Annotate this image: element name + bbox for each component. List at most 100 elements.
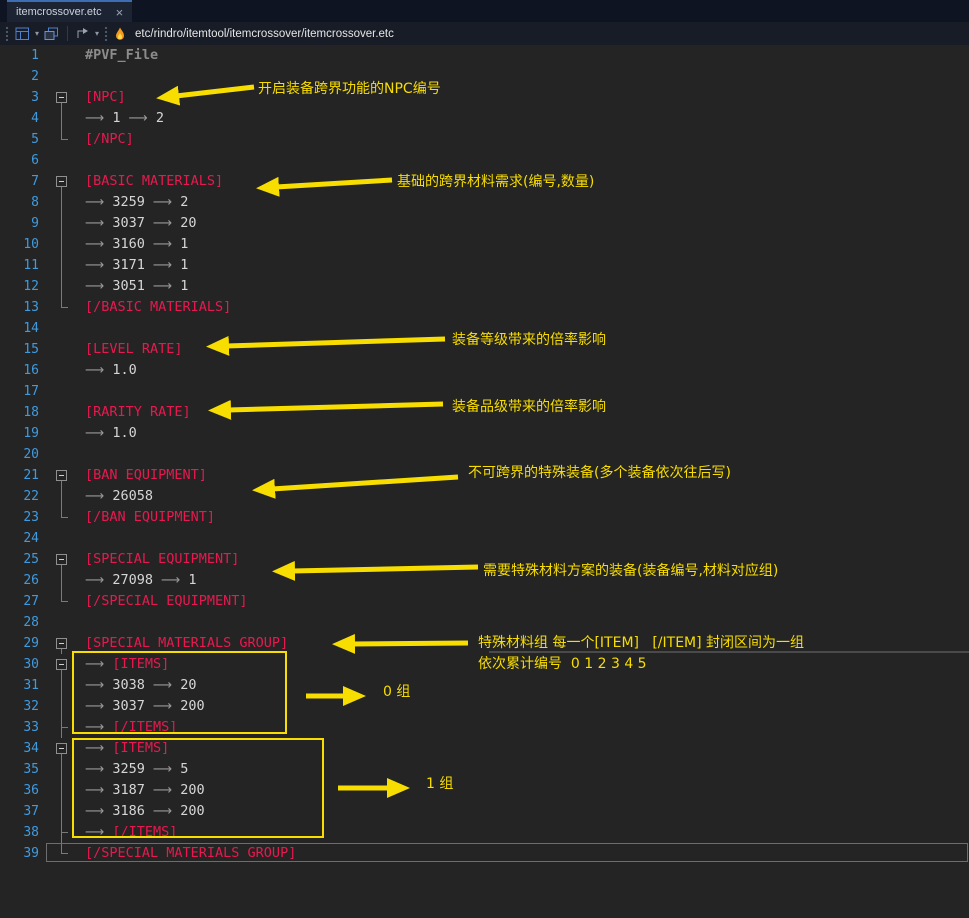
tab-itemcrossover[interactable]: itemcrossover.etc × <box>7 0 132 22</box>
code-line[interactable]: 4⟶1⟶2 <box>0 108 969 129</box>
code-line[interactable]: 11⟶3171⟶1 <box>0 255 969 276</box>
line-number[interactable]: 16 <box>0 360 48 381</box>
fold-toggle-icon[interactable] <box>48 549 78 570</box>
code-line[interactable]: 28 <box>0 612 969 633</box>
line-number[interactable]: 13 <box>0 297 48 318</box>
code-line[interactable]: 8⟶3259⟶2 <box>0 192 969 213</box>
line-number[interactable]: 8 <box>0 192 48 213</box>
code-line[interactable]: 12⟶3051⟶1 <box>0 276 969 297</box>
code-line[interactable]: 31⟶3038⟶20 <box>0 675 969 696</box>
code-line[interactable]: 2 <box>0 66 969 87</box>
code-line[interactable]: 18[RARITY RATE] <box>0 402 969 423</box>
line-number[interactable]: 15 <box>0 339 48 360</box>
line-number[interactable]: 38 <box>0 822 48 843</box>
line-number[interactable]: 12 <box>0 276 48 297</box>
line-number[interactable]: 20 <box>0 444 48 465</box>
code-line[interactable]: 25[SPECIAL EQUIPMENT] <box>0 549 969 570</box>
line-number[interactable]: 35 <box>0 759 48 780</box>
file-path[interactable]: etc/rindro/itemtool/itemcrossover/itemcr… <box>135 28 394 40</box>
code-line[interactable]: 27[/SPECIAL EQUIPMENT] <box>0 591 969 612</box>
line-number[interactable]: 4 <box>0 108 48 129</box>
fold-toggle-icon[interactable] <box>48 738 78 759</box>
line-number[interactable]: 30 <box>0 654 48 675</box>
windows-icon[interactable] <box>44 27 59 41</box>
code-line[interactable]: 3[NPC] <box>0 87 969 108</box>
code-line[interactable]: 38⟶[/ITEMS] <box>0 822 969 843</box>
code-line[interactable]: 34⟶[ITEMS] <box>0 738 969 759</box>
line-number[interactable]: 34 <box>0 738 48 759</box>
line-number[interactable]: 23 <box>0 507 48 528</box>
line-number[interactable]: 6 <box>0 150 48 171</box>
line-number[interactable]: 31 <box>0 675 48 696</box>
dropdown-caret-icon[interactable]: ▾ <box>35 29 39 38</box>
code-line[interactable]: 36⟶3187⟶200 <box>0 780 969 801</box>
line-number[interactable]: 1 <box>0 45 48 66</box>
code-line[interactable]: 20 <box>0 444 969 465</box>
code-line[interactable]: 26⟶27098⟶1 <box>0 570 969 591</box>
line-number[interactable]: 9 <box>0 213 48 234</box>
code-line[interactable]: 30 ⟶[ITEMS] <box>0 654 969 675</box>
line-number[interactable]: 10 <box>0 234 48 255</box>
code-line[interactable]: 6 <box>0 150 969 171</box>
toolbar-grip[interactable] <box>104 26 109 41</box>
line-number[interactable]: 33 <box>0 717 48 738</box>
line-number[interactable]: 3 <box>0 87 48 108</box>
code-line[interactable]: 14 <box>0 318 969 339</box>
line-number[interactable]: 18 <box>0 402 48 423</box>
dropdown-caret-icon[interactable]: ▾ <box>95 29 99 38</box>
fold-toggle-icon[interactable] <box>48 633 78 654</box>
code-line[interactable]: 13[/BASIC MATERIALS] <box>0 297 969 318</box>
line-number[interactable]: 39 <box>0 843 48 864</box>
panel-grid-icon[interactable] <box>15 27 30 41</box>
code-line[interactable]: 17 <box>0 381 969 402</box>
line-number[interactable]: 32 <box>0 696 48 717</box>
fold-guide <box>48 213 78 234</box>
line-number[interactable]: 19 <box>0 423 48 444</box>
code-line[interactable]: 21[BAN EQUIPMENT] <box>0 465 969 486</box>
code-number: 20 <box>180 677 196 693</box>
code-line[interactable]: 1#PVF_File <box>0 45 969 66</box>
line-number[interactable]: 17 <box>0 381 48 402</box>
fold-toggle-icon[interactable] <box>48 465 78 486</box>
code-editor[interactable]: 1#PVF_File23[NPC]4⟶1⟶25[/NPC]67[BASIC MA… <box>0 45 969 918</box>
code-line[interactable]: 23[/BAN EQUIPMENT] <box>0 507 969 528</box>
code-text: ⟶[ITEMS] <box>78 654 169 675</box>
line-number[interactable]: 11 <box>0 255 48 276</box>
code-line[interactable]: 33⟶[/ITEMS] <box>0 717 969 738</box>
line-number[interactable]: 25 <box>0 549 48 570</box>
line-number[interactable]: 7 <box>0 171 48 192</box>
line-number[interactable]: 14 <box>0 318 48 339</box>
code-line[interactable]: 7[BASIC MATERIALS] <box>0 171 969 192</box>
code-line[interactable]: 35⟶3259⟶5 <box>0 759 969 780</box>
tab-close-icon[interactable]: × <box>116 6 124 19</box>
code-line[interactable]: 32⟶3037⟶200 <box>0 696 969 717</box>
fold-toggle-icon[interactable] <box>48 87 78 108</box>
code-line[interactable]: 24 <box>0 528 969 549</box>
code-line[interactable]: 37⟶3186⟶200 <box>0 801 969 822</box>
line-number[interactable]: 22 <box>0 486 48 507</box>
toolbar-grip[interactable] <box>5 26 10 41</box>
code-line[interactable]: 22⟶26058 <box>0 486 969 507</box>
line-number[interactable]: 27 <box>0 591 48 612</box>
jump-icon[interactable] <box>76 27 90 40</box>
code-line[interactable]: 19⟶1.0 <box>0 423 969 444</box>
code-line[interactable]: 39[/SPECIAL MATERIALS GROUP] <box>0 843 969 864</box>
code-line[interactable]: 15[LEVEL RATE] <box>0 339 969 360</box>
line-number[interactable]: 28 <box>0 612 48 633</box>
fold-toggle-icon[interactable] <box>48 171 78 192</box>
line-number[interactable]: 36 <box>0 780 48 801</box>
line-number[interactable]: 37 <box>0 801 48 822</box>
code-line[interactable]: 5[/NPC] <box>0 129 969 150</box>
line-number[interactable]: 24 <box>0 528 48 549</box>
code-line[interactable]: 9⟶3037⟶20 <box>0 213 969 234</box>
line-number[interactable]: 29 <box>0 633 48 654</box>
line-number[interactable]: 21 <box>0 465 48 486</box>
line-number[interactable]: 2 <box>0 66 48 87</box>
fold-toggle-icon[interactable] <box>48 654 78 675</box>
line-number[interactable]: 26 <box>0 570 48 591</box>
fold-guide <box>48 444 78 465</box>
code-line[interactable]: 29[SPECIAL MATERIALS GROUP] <box>0 633 969 654</box>
code-line[interactable]: 16⟶1.0 <box>0 360 969 381</box>
line-number[interactable]: 5 <box>0 129 48 150</box>
code-line[interactable]: 10⟶3160⟶1 <box>0 234 969 255</box>
